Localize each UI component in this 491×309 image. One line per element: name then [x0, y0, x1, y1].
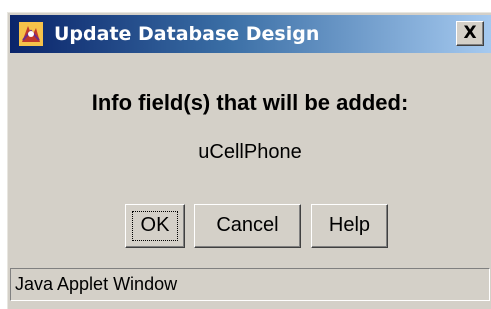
update-database-design-dialog: Update Database Design X Info field(s) t…: [7, 12, 491, 309]
java-cup-icon: [19, 22, 43, 46]
ok-button[interactable]: OK: [125, 204, 185, 248]
help-button[interactable]: Help: [311, 204, 388, 248]
added-field-name: uCellPhone: [198, 141, 302, 163]
window-title: Update Database Design: [54, 23, 320, 45]
dialog-heading: Info field(s) that will be added:: [91, 90, 409, 115]
cancel-button[interactable]: Cancel: [194, 204, 301, 248]
ok-button-label: OK: [140, 214, 170, 236]
applet-status-bar: Java Applet Window: [10, 268, 490, 301]
title-bar[interactable]: Update Database Design X: [10, 15, 491, 53]
close-icon: X: [463, 23, 477, 43]
close-button[interactable]: X: [456, 21, 484, 46]
